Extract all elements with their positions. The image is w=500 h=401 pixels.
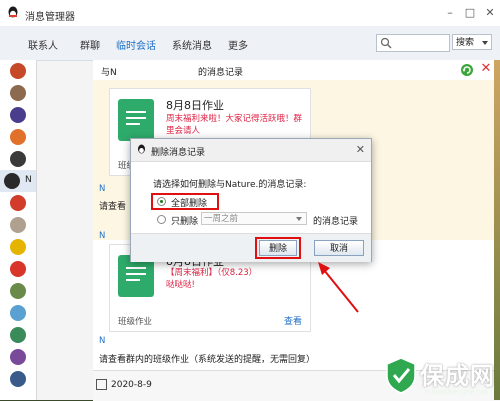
message-text-partial: 请查看: [99, 202, 127, 212]
contact-name: N: [25, 175, 32, 185]
avatar: [10, 151, 26, 167]
watermark-url: zsbaochenghe.net: [424, 388, 489, 396]
contact-item[interactable]: [0, 148, 36, 170]
search-input[interactable]: [376, 34, 450, 52]
avatar: [10, 129, 26, 145]
avatar: [10, 349, 26, 365]
title-bar: 消息管理器 – □ ✕: [0, 0, 500, 27]
contact-item[interactable]: [0, 126, 36, 148]
sender-name: N: [99, 336, 106, 346]
card-footer: 班级作业: [118, 317, 153, 327]
chevron-down-icon: [482, 41, 488, 45]
avatar: [4, 173, 20, 189]
card-description: 【周末福利】（仅8.23） 哒哒哒!: [166, 268, 258, 290]
contact-item[interactable]: [0, 214, 36, 236]
avatar: [10, 63, 26, 79]
tab-group-chats[interactable]: 群聊: [80, 37, 100, 52]
contact-item[interactable]: [0, 324, 36, 346]
chat-header: 与N 的消息记录 ✕: [93, 60, 500, 81]
calendar-icon[interactable]: [96, 379, 107, 390]
qq-logo-icon: [8, 6, 18, 18]
time-range-select[interactable]: 一周之前: [201, 212, 307, 225]
avatar: [10, 305, 26, 321]
contact-item[interactable]: [0, 346, 36, 368]
avatar: [10, 371, 26, 387]
avatar: [10, 107, 26, 123]
maximize-icon[interactable]: □: [460, 4, 480, 22]
avatar: [10, 261, 26, 277]
option-partial-suffix: 的消息记录: [313, 217, 359, 227]
search-icon: [380, 37, 392, 49]
highlight-box-delete-button: [255, 237, 301, 259]
qq-logo-icon: [138, 144, 145, 154]
watermark: 保成网 zsbaochenghe.net: [376, 352, 500, 400]
document-icon: [118, 99, 154, 141]
contact-item[interactable]: [0, 236, 36, 258]
nav-bar: 联系人 群聊 临时会话 系统消息 更多 搜索: [0, 26, 500, 61]
close-icon[interactable]: ✕: [480, 4, 500, 22]
contact-item[interactable]: [0, 60, 36, 82]
card-description: 周末福利来啦！大家记得活跃哦！群里会请人: [166, 114, 303, 136]
delete-records-dialog: 删除消息记录 ✕ 请选择如何删除与Nature.的消息记录: 全部删除 只删除 …: [130, 138, 372, 262]
card-view-link[interactable]: 查看: [284, 314, 302, 327]
card-title: 8月8日作业: [166, 99, 224, 112]
search-scope-dropdown[interactable]: 搜索: [452, 34, 492, 50]
contact-item[interactable]: [0, 368, 36, 390]
chat-with-label: 与N: [101, 68, 117, 78]
contact-item[interactable]: [0, 258, 36, 280]
tab-system-messages[interactable]: 系统消息: [172, 37, 212, 52]
message-text: 请查看群内的班级作业（系统发送的提醒，无需回复）: [99, 355, 316, 365]
tab-more[interactable]: 更多: [228, 37, 248, 52]
avatar: [10, 85, 26, 101]
contact-item[interactable]: [0, 104, 36, 126]
avatar: [10, 239, 26, 255]
cancel-button[interactable]: 取消: [314, 240, 364, 256]
dialog-title: 删除消息记录: [151, 148, 206, 158]
chat-records-label: 的消息记录: [198, 68, 244, 78]
contact-item[interactable]: [0, 302, 36, 324]
avatar: [10, 283, 26, 299]
highlight-box-delete-all: [151, 193, 219, 210]
contact-item[interactable]: [0, 280, 36, 302]
sender-name: N: [99, 184, 106, 194]
refresh-icon[interactable]: [460, 63, 474, 77]
radio-delete-partial[interactable]: [157, 215, 166, 224]
avatar: [10, 327, 26, 343]
contact-item[interactable]: [0, 82, 36, 104]
avatar: [10, 217, 26, 233]
delete-records-icon[interactable]: ✕: [479, 62, 493, 76]
contact-item[interactable]: [0, 192, 36, 214]
dialog-title-bar: 删除消息记录 ✕: [131, 139, 371, 162]
contact-item-selected[interactable]: N: [0, 170, 36, 192]
option-delete-partial-label: 只删除: [171, 217, 199, 227]
avatar: [10, 195, 26, 211]
dialog-question: 请选择如何删除与Nature.的消息记录:: [153, 180, 307, 190]
contact-list: N: [0, 60, 37, 400]
minimize-icon[interactable]: –: [440, 4, 460, 22]
tab-contacts[interactable]: 联系人: [28, 37, 58, 52]
window-title: 消息管理器: [25, 12, 75, 23]
watermark-brand: 保成网: [420, 362, 495, 390]
tab-temp-sessions[interactable]: 临时会话: [116, 37, 156, 52]
desktop-background-strip: [494, 60, 500, 400]
chevron-down-icon: [296, 217, 302, 221]
search-scope-label: 搜索: [456, 38, 475, 48]
date-label: 2020-8-9: [111, 380, 152, 390]
time-range-value: 一周之前: [204, 214, 239, 224]
watermark-logo-icon: [386, 357, 416, 394]
dialog-close-icon[interactable]: ✕: [356, 143, 365, 156]
sender-name: N: [99, 231, 106, 241]
